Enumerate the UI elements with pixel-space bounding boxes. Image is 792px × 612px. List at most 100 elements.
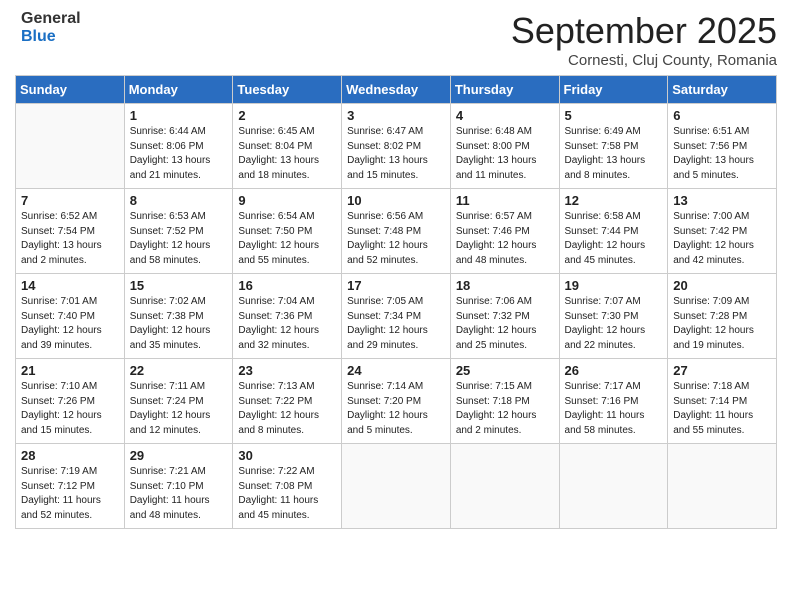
day-number: 24: [347, 363, 445, 378]
day-info: Sunrise: 6:51 AMSunset: 7:56 PMDaylight:…: [673, 125, 771, 183]
logo-blue: Blue: [21, 28, 81, 46]
day-number: 22: [130, 363, 228, 378]
calendar-cell: 30Sunrise: 7:22 AMSunset: 7:08 PMDayligh…: [233, 444, 342, 529]
day-number: 12: [565, 193, 663, 208]
calendar-cell: 14Sunrise: 7:01 AMSunset: 7:40 PMDayligh…: [16, 274, 125, 359]
title-block: September 2025 Cornesti, Cluj County, Ro…: [511, 10, 777, 69]
calendar-cell: 8 Sunrise: 6:53 AMSunset: 7:52 PMDaylight…: [124, 189, 233, 274]
day-info: Sunrise: 6:56 AMSunset: 7:48 PMDaylight:…: [347, 210, 445, 268]
day-info: Sunrise: 7:07 AMSunset: 7:30 PMDaylight:…: [565, 295, 663, 353]
day-info: Sunrise: 6:58 AMSunset: 7:44 PMDaylight:…: [565, 210, 663, 268]
day-info: Sunrise: 7:14 AMSunset: 7:20 PMDaylight:…: [347, 380, 445, 438]
calendar-cell: [668, 444, 777, 529]
day-number: 20: [673, 278, 771, 293]
day-number: 28: [21, 448, 119, 463]
day-number: 14: [21, 278, 119, 293]
day-number: 2: [238, 108, 336, 123]
day-header-thursday: Thursday: [450, 76, 559, 104]
calendar-cell: 24 Sunrise: 7:14 AMSunset: 7:20 PMDayligh…: [342, 359, 451, 444]
calendar-cell: 5Sunrise: 6:49 AMSunset: 7:58 PMDaylight…: [559, 104, 668, 189]
day-number: 26: [565, 363, 663, 378]
day-number: 10: [347, 193, 445, 208]
day-info: Sunrise: 7:13 AMSunset: 7:22 PMDaylight:…: [238, 380, 336, 438]
calendar-cell: 20Sunrise: 7:09 AMSunset: 7:28 PMDayligh…: [668, 274, 777, 359]
calendar-cell: 1 Sunrise: 6:44 AMSunset: 8:06 PMDaylight…: [124, 104, 233, 189]
day-info: Sunrise: 7:10 AMSunset: 7:26 PMDaylight:…: [21, 380, 119, 438]
day-number: 9: [238, 193, 336, 208]
day-info: Sunrise: 6:47 AMSunset: 8:02 PMDaylight:…: [347, 125, 445, 183]
day-info: Sunrise: 6:52 AMSunset: 7:54 PMDaylight:…: [21, 210, 119, 268]
calendar-cell: 7 Sunrise: 6:52 AMSunset: 7:54 PMDaylight…: [16, 189, 125, 274]
day-info: Sunrise: 6:48 AMSunset: 8:00 PMDaylight:…: [456, 125, 554, 183]
day-info: Sunrise: 7:04 AMSunset: 7:36 PMDaylight:…: [238, 295, 336, 353]
day-number: 13: [673, 193, 771, 208]
calendar-cell: [559, 444, 668, 529]
day-number: 7: [21, 193, 119, 208]
day-number: 5: [565, 108, 663, 123]
day-info: Sunrise: 6:54 AMSunset: 7:50 PMDaylight:…: [238, 210, 336, 268]
calendar-header-row: SundayMondayTuesdayWednesdayThursdayFrid…: [16, 76, 777, 104]
calendar-cell: 25Sunrise: 7:15 AMSunset: 7:18 PMDayligh…: [450, 359, 559, 444]
calendar-cell: 6 Sunrise: 6:51 AMSunset: 7:56 PMDaylight…: [668, 104, 777, 189]
calendar-cell: 15 Sunrise: 7:02 AMSunset: 7:38 PMDayligh…: [124, 274, 233, 359]
day-number: 30: [238, 448, 336, 463]
day-number: 23: [238, 363, 336, 378]
day-number: 8: [130, 193, 228, 208]
calendar-cell: 26Sunrise: 7:17 AMSunset: 7:16 PMDayligh…: [559, 359, 668, 444]
calendar-cell: 18 Sunrise: 7:06 AMSunset: 7:32 PMDayligh…: [450, 274, 559, 359]
day-info: Sunrise: 6:57 AMSunset: 7:46 PMDaylight:…: [456, 210, 554, 268]
calendar-cell: [16, 104, 125, 189]
page-header: General Blue General Blue September 2025…: [15, 10, 777, 69]
calendar-cell: 29 Sunrise: 7:21 AMSunset: 7:10 PMDayligh…: [124, 444, 233, 529]
day-header-sunday: Sunday: [16, 76, 125, 104]
calendar-cell: 11 Sunrise: 6:57 AMSunset: 7:46 PMDayligh…: [450, 189, 559, 274]
day-info: Sunrise: 6:44 AMSunset: 8:06 PMDaylight:…: [130, 125, 228, 183]
calendar-cell: 27 Sunrise: 7:18 AMSunset: 7:14 PMDayligh…: [668, 359, 777, 444]
page-title: September 2025: [511, 10, 777, 52]
day-number: 18: [456, 278, 554, 293]
day-number: 17: [347, 278, 445, 293]
day-number: 11: [456, 193, 554, 208]
day-header-monday: Monday: [124, 76, 233, 104]
day-number: 27: [673, 363, 771, 378]
calendar-cell: [342, 444, 451, 529]
day-number: 29: [130, 448, 228, 463]
day-header-tuesday: Tuesday: [233, 76, 342, 104]
day-header-saturday: Saturday: [668, 76, 777, 104]
day-info: Sunrise: 7:02 AMSunset: 7:38 PMDaylight:…: [130, 295, 228, 353]
day-number: 1: [130, 108, 228, 123]
calendar-cell: 16Sunrise: 7:04 AMSunset: 7:36 PMDayligh…: [233, 274, 342, 359]
day-header-wednesday: Wednesday: [342, 76, 451, 104]
day-number: 6: [673, 108, 771, 123]
logo-general: General: [21, 10, 81, 28]
day-info: Sunrise: 7:06 AMSunset: 7:32 PMDaylight:…: [456, 295, 554, 353]
calendar-cell: 28 Sunrise: 7:19 AMSunset: 7:12 PMDayligh…: [16, 444, 125, 529]
calendar-cell: 2Sunrise: 6:45 AMSunset: 8:04 PMDaylight…: [233, 104, 342, 189]
day-number: 15: [130, 278, 228, 293]
day-info: Sunrise: 7:19 AMSunset: 7:12 PMDaylight:…: [21, 465, 119, 523]
day-header-friday: Friday: [559, 76, 668, 104]
calendar-cell: 4 Sunrise: 6:48 AMSunset: 8:00 PMDaylight…: [450, 104, 559, 189]
day-number: 19: [565, 278, 663, 293]
day-info: Sunrise: 7:05 AMSunset: 7:34 PMDaylight:…: [347, 295, 445, 353]
calendar-cell: 10 Sunrise: 6:56 AMSunset: 7:48 PMDayligh…: [342, 189, 451, 274]
day-info: Sunrise: 7:21 AMSunset: 7:10 PMDaylight:…: [130, 465, 228, 523]
calendar-cell: 17 Sunrise: 7:05 AMSunset: 7:34 PMDayligh…: [342, 274, 451, 359]
calendar-cell: 22 Sunrise: 7:11 AMSunset: 7:24 PMDayligh…: [124, 359, 233, 444]
day-number: 3: [347, 108, 445, 123]
logo: General Blue General Blue: [15, 10, 81, 45]
day-number: 21: [21, 363, 119, 378]
day-info: Sunrise: 7:15 AMSunset: 7:18 PMDaylight:…: [456, 380, 554, 438]
day-number: 4: [456, 108, 554, 123]
calendar-table: SundayMondayTuesdayWednesdayThursdayFrid…: [15, 75, 777, 529]
day-info: Sunrise: 7:18 AMSunset: 7:14 PMDaylight:…: [673, 380, 771, 438]
day-info: Sunrise: 7:00 AMSunset: 7:42 PMDaylight:…: [673, 210, 771, 268]
calendar-cell: 12 Sunrise: 6:58 AMSunset: 7:44 PMDayligh…: [559, 189, 668, 274]
page-subtitle: Cornesti, Cluj County, Romania: [511, 52, 777, 69]
calendar-cell: 3 Sunrise: 6:47 AMSunset: 8:02 PMDaylight…: [342, 104, 451, 189]
day-info: Sunrise: 6:53 AMSunset: 7:52 PMDaylight:…: [130, 210, 228, 268]
day-info: Sunrise: 7:11 AMSunset: 7:24 PMDaylight:…: [130, 380, 228, 438]
calendar-cell: 13 Sunrise: 7:00 AMSunset: 7:42 PMDayligh…: [668, 189, 777, 274]
calendar-cell: [450, 444, 559, 529]
calendar-cell: 23 Sunrise: 7:13 AMSunset: 7:22 PMDayligh…: [233, 359, 342, 444]
